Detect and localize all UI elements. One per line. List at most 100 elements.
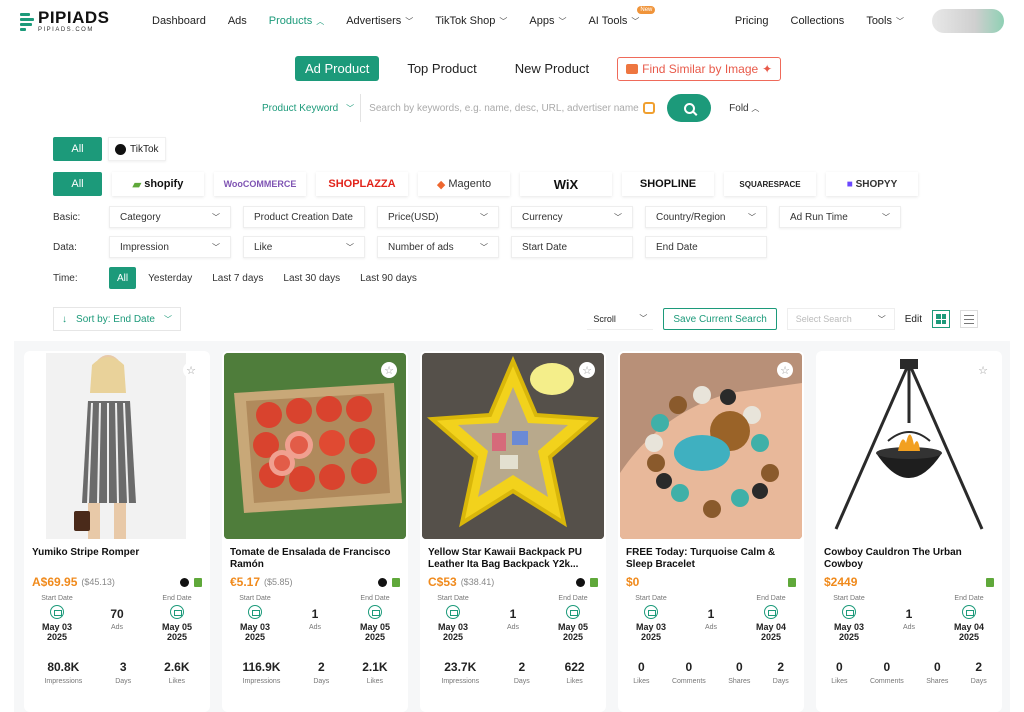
favorite-star-icon[interactable]: ☆ — [183, 362, 199, 378]
store-magento[interactable]: ◆ Magento — [418, 172, 510, 196]
product-card[interactable]: ☆ Yumiko Stripe Romper A$69.95 ($45.13) S… — [24, 351, 210, 712]
stat-value: 2 — [518, 660, 526, 674]
filter-like[interactable]: Like ﹀ — [243, 236, 365, 258]
chevron-down-icon: ﹀ — [614, 212, 622, 222]
image-search-icon[interactable] — [643, 102, 656, 114]
stat-label: Likes — [566, 678, 583, 685]
stat-value: 23.7K — [444, 660, 477, 674]
start-date-label: Start Date — [833, 595, 865, 602]
filter-currency[interactable]: Currency ﹀ — [511, 206, 633, 228]
filter-category[interactable]: Category ﹀ — [109, 206, 231, 228]
favorite-star-icon[interactable]: ☆ — [975, 362, 991, 378]
product-card[interactable]: ☆ Tomate de Ensalada de Francisco Ramón … — [222, 351, 408, 712]
nav-label: Products — [268, 15, 313, 27]
product-image[interactable]: ☆ — [422, 353, 604, 539]
search-button[interactable] — [667, 94, 712, 122]
nav-apps[interactable]: Apps ﹀ — [529, 15, 566, 27]
store-shoplazza[interactable]: SHOPLAZZA — [316, 172, 408, 196]
product-image-tomatoes — [224, 353, 406, 539]
nav-collections[interactable]: Collections — [791, 15, 845, 27]
product-image[interactable]: ☆ — [26, 353, 208, 539]
select-search-dropdown[interactable]: Select Search ﹀ — [786, 308, 895, 330]
time-yesterday[interactable]: Yesterday — [140, 267, 200, 289]
time-last-7-days[interactable]: Last 7 days — [204, 267, 271, 289]
store-label: shopify — [144, 178, 184, 190]
platform-all[interactable]: All — [53, 137, 102, 161]
nav-label: Ads — [227, 15, 247, 27]
calendar-icon — [248, 605, 262, 619]
chevron-down-icon: ﹀ — [499, 16, 508, 26]
filter-number-of-ads[interactable]: Number of ads ﹀ — [377, 236, 499, 258]
product-card[interactable]: ☆ Yellow Star Kawaii Backpack PU Leather… — [420, 351, 606, 712]
stat-value: 0 — [638, 660, 645, 674]
nav-products[interactable]: Products ︿ — [269, 15, 324, 27]
ads-count: 70 — [110, 606, 124, 621]
store-squarespace[interactable]: SQUARESPACE — [724, 172, 816, 196]
start-date-label: Start Date — [41, 595, 73, 602]
fold-toggle[interactable]: Fold ︿ — [729, 103, 759, 114]
nav-dashboard[interactable]: Dashboard — [152, 15, 206, 27]
filter-label: Impression — [120, 241, 169, 253]
chevron-down-icon: ﹀ — [480, 212, 488, 222]
tab-new-product[interactable]: New Product — [505, 56, 599, 81]
list-view-button[interactable] — [960, 310, 978, 328]
store-wix[interactable]: WiX — [520, 172, 612, 196]
avatar[interactable] — [932, 9, 1004, 33]
chevron-down-icon: ﹀ — [212, 242, 220, 252]
product-image[interactable]: ☆ — [620, 353, 802, 539]
filter-impression[interactable]: Impression ﹀ — [109, 236, 231, 258]
save-search-button[interactable]: Save Current Search — [663, 308, 777, 330]
filter-start-date[interactable]: Start Date — [511, 236, 633, 258]
nav-advertisers[interactable]: Advertisers ﹀ — [346, 15, 413, 27]
edit-button[interactable]: Edit — [905, 314, 922, 325]
favorite-star-icon[interactable]: ☆ — [777, 362, 793, 378]
nav-pricing[interactable]: Pricing — [735, 15, 769, 27]
stat-value: 116.9K — [242, 660, 281, 674]
nav-ai-tools[interactable]: AI Tools ﹀ New — [588, 6, 656, 27]
store-shopify[interactable]: ▰ shopify — [112, 172, 204, 196]
nav-tiktok-shop[interactable]: TikTok Shop ﹀ — [435, 15, 507, 27]
sort-select[interactable]: ↓ Sort by: End Date ﹀ — [53, 307, 181, 331]
search-input[interactable]: Search by keywords, e.g. name, desc, URL… — [361, 94, 661, 122]
store-all[interactable]: All — [53, 172, 102, 196]
nav-ads[interactable]: Ads — [228, 15, 247, 27]
calendar-icon — [842, 605, 856, 619]
time-last-30-days[interactable]: Last 30 days — [275, 267, 348, 289]
tab-ad-product[interactable]: Ad Product — [295, 56, 380, 81]
store-shopyy[interactable]: ■ SHOPYY — [826, 172, 918, 196]
find-similar-button[interactable]: Find Similar by Image ✦ — [617, 56, 782, 81]
filter-price[interactable]: Price(USD) ﹀ — [377, 206, 499, 228]
logo[interactable]: PIPIADS PIPIADS.COM — [20, 9, 150, 33]
filter-product-creation-date[interactable]: Product Creation Date — [243, 206, 365, 228]
store-woocommerce[interactable]: WooCOMMERCE — [214, 172, 306, 196]
favorite-star-icon[interactable]: ☆ — [381, 362, 397, 378]
find-similar-label: Find Similar by Image — [642, 61, 759, 76]
start-date-value: May 03 2025 — [437, 622, 469, 642]
scroll-mode-select[interactable]: Scroll ﹀ — [587, 308, 654, 330]
end-date-value: May 05 2025 — [161, 622, 193, 642]
end-date-value: May 05 2025 — [359, 622, 391, 642]
store-shopline[interactable]: SHOPLINE — [622, 172, 714, 196]
filter-ad-run-time[interactable]: Ad Run Time ﹀ — [779, 206, 901, 228]
time-all[interactable]: All — [109, 267, 137, 289]
fold-label: Fold — [729, 102, 749, 114]
platform-filter: All TikTok — [53, 137, 166, 161]
time-last-90-days[interactable]: Last 90 days — [352, 267, 425, 289]
nav-label: TikTok Shop — [435, 15, 496, 27]
search-type-select[interactable]: Product Keyword ﹀ — [256, 94, 362, 122]
filter-country-region[interactable]: Country/Region ﹀ — [645, 206, 767, 228]
sort-label: Sort by: End Date — [76, 313, 155, 325]
nav-label: Apps — [529, 15, 555, 27]
favorite-star-icon[interactable]: ☆ — [579, 362, 595, 378]
grid-view-button[interactable] — [932, 310, 950, 328]
chevron-down-icon: ﹀ — [877, 314, 886, 324]
platform-tiktok[interactable]: TikTok — [108, 137, 166, 161]
product-image[interactable]: ☆ — [224, 353, 406, 539]
product-card[interactable]: ☆ Cowboy Cauldron The Urban Cowboy $2449… — [816, 351, 1002, 712]
nav-tools[interactable]: Tools ﹀ — [866, 15, 904, 27]
product-image[interactable]: ☆ — [818, 353, 1000, 539]
product-card[interactable]: ☆ FREE Today: Turquoise Calm & Sleep Bra… — [618, 351, 804, 712]
stat-label: Impressions — [44, 678, 83, 685]
tab-top-product[interactable]: Top Product — [397, 56, 486, 81]
filter-end-date[interactable]: End Date — [645, 236, 767, 258]
